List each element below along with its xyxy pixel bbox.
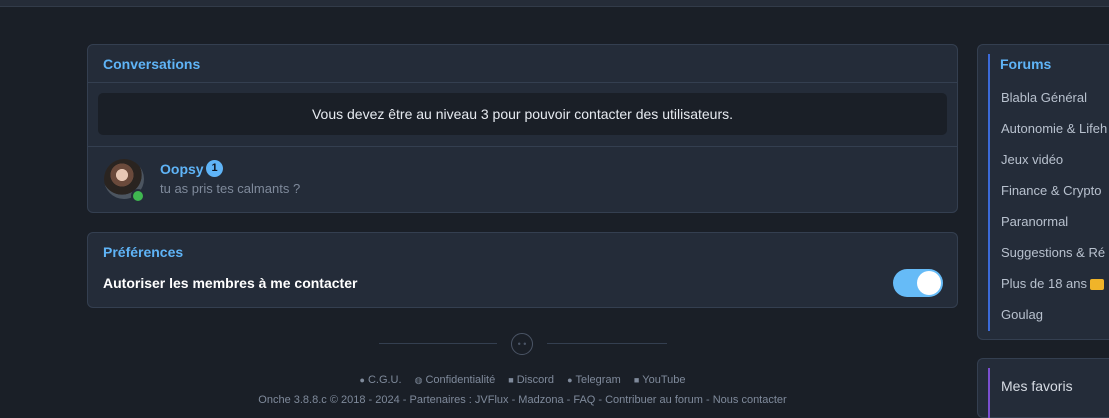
footer-divider-right [547,343,667,344]
discord-icon: ■ [508,375,514,385]
conversation-preview[interactable]: tu as pris tes calmants ? [160,181,300,196]
conversations-title: Conversations [103,56,201,72]
sidebar-item-suggestions[interactable]: Suggestions & Ré [1001,245,1105,260]
top-navbar [0,0,1109,7]
globe-icon: ◍ [414,375,423,385]
telegram-icon: ● [567,375,573,385]
privacy-link[interactable]: ◍ Confidentialité [415,374,496,386]
divider [88,146,957,147]
sidebar-item-blabla[interactable]: Blabla Général [1001,90,1087,105]
favorites-sidebar: Mes favoris [977,358,1109,418]
online-status-dot [131,189,145,203]
accent-bar [988,54,990,331]
sidebar-item-plus-18[interactable]: Plus de 18 ans [1001,276,1105,291]
sidebar-item-autonomie[interactable]: Autonomie & Lifeh [1001,121,1107,136]
allow-contact-label: Autoriser les membres à me contacter [103,275,358,291]
sidebar-item-goulag[interactable]: Goulag [1001,307,1043,322]
youtube-icon: ■ [633,375,640,385]
forums-sidebar: Forums Blabla Général Autonomie & Lifeh … [977,44,1109,340]
conversations-card: Conversations Vous devez être au niveau … [87,44,958,213]
youtube-link[interactable]: ■ YouTube [634,374,686,386]
preferences-card: Préférences Autoriser les membres à me c… [87,232,958,308]
sidebar-item-finance[interactable]: Finance & Crypto [1001,183,1101,198]
favorites-title[interactable]: Mes favoris [1001,378,1073,394]
sidebar-item-jeux-video[interactable]: Jeux vidéo [1001,152,1063,167]
telegram-link[interactable]: ● Telegram [567,374,621,386]
level-notice: Vous devez être au niveau 3 pour pouvoir… [98,93,947,135]
info-icon: ● [359,375,365,385]
footer-credits: Onche 3.8.8.c © 2018 - 2024 - Partenaire… [258,394,787,406]
toggle-knob [917,271,941,295]
unread-count-badge: 1 [206,160,223,177]
footer-divider-left [379,343,497,344]
emoji-icon [1090,279,1105,291]
cgu-link[interactable]: ● C.G.U. [360,374,402,386]
onche-logo-icon: • • [511,333,533,355]
conversation-username[interactable]: Oopsy [160,161,204,177]
sidebar-item-paranormal[interactable]: Paranormal [1001,214,1068,229]
allow-contact-toggle[interactable] [893,269,943,297]
discord-link[interactable]: ■ Discord [508,374,554,386]
divider [88,82,957,83]
sidebar-item-label: Plus de 18 ans [1001,276,1088,291]
preferences-title: Préférences [103,244,184,260]
footer-links: ● C.G.U. ◍ Confidentialité ■ Discord ● Teleg… [0,374,1045,386]
forums-title[interactable]: Forums [1000,56,1051,72]
